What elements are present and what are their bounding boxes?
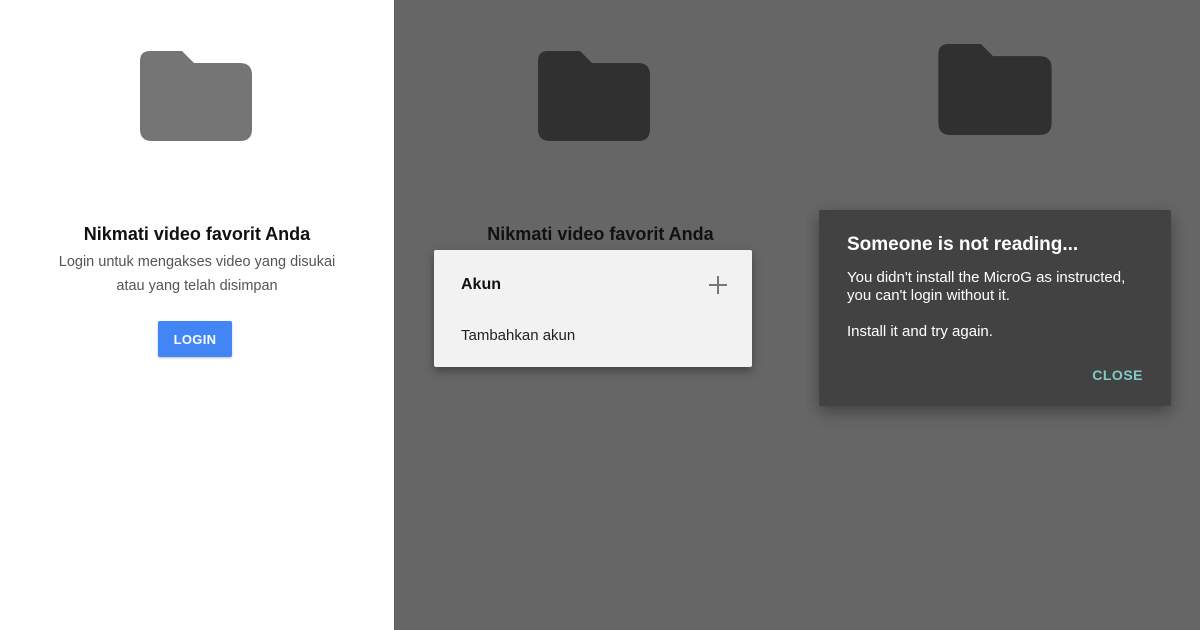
folder-icon — [538, 51, 650, 141]
login-button[interactable]: LOGIN — [158, 321, 232, 357]
error-dialog-screen: Someone is not reading... You didn't ins… — [806, 0, 1200, 630]
folder-icon — [140, 51, 252, 141]
folder-icon — [938, 44, 1052, 135]
screenshot-collage: Nikmati video favorit Anda Login untuk m… — [0, 0, 1200, 630]
page-subtitle: Login untuk mengakses video yang disukai… — [40, 250, 354, 298]
dialog-title: Someone is not reading... — [847, 234, 1079, 255]
page-title: Nikmati video favorit Anda — [487, 224, 714, 244]
dialog-message-line: Install it and try again. — [847, 323, 993, 340]
login-screen: Nikmati video favorit Anda Login untuk m… — [0, 0, 394, 630]
menu-header: Akun — [434, 250, 752, 320]
plus-icon[interactable] — [707, 274, 729, 296]
dialog-message: You didn't install the MicroG as instruc… — [847, 269, 1147, 341]
dialog-message-line: You didn't install the MicroG as instruc… — [847, 269, 1126, 304]
menu-item-add-account[interactable]: Tambahkan akun — [434, 320, 752, 356]
close-button[interactable]: CLOSE — [1088, 363, 1147, 387]
error-dialog: Someone is not reading... You didn't ins… — [819, 210, 1171, 406]
account-menu: Akun Tambahkan akun — [434, 250, 752, 367]
page-title: Nikmati video favorit Anda — [83, 224, 311, 244]
menu-item-label: Tambahkan akun — [461, 327, 576, 344]
subtitle-line: atau yang telah disimpan — [116, 278, 278, 294]
menu-title: Akun — [461, 276, 501, 293]
subtitle-line: Login untuk mengakses video yang disukai — [58, 254, 336, 270]
account-chooser-screen: Nikmati video favorit Anda Akun Tambahka… — [394, 0, 806, 630]
